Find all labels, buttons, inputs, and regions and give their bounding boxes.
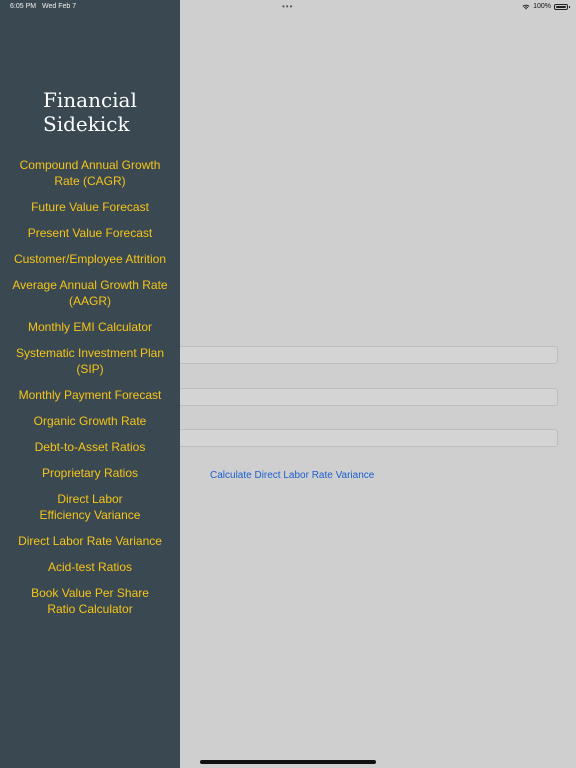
sidebar-item-present-value[interactable]: Present Value Forecast: [0, 225, 180, 241]
sidebar: Financial Sidekick Compound Annual Growt…: [0, 0, 180, 768]
status-bar: 6:05 PM Wed Feb 7 ••• 100%: [0, 0, 576, 14]
calculate-button[interactable]: Calculate Direct Labor Rate Variance: [210, 470, 374, 481]
sidebar-menu: Compound Annual Growth Rate (CAGR) Futur…: [0, 157, 180, 627]
sidebar-item-monthly-payment[interactable]: Monthly Payment Forecast: [0, 387, 180, 403]
sidebar-item-proprietary[interactable]: Proprietary Ratios: [0, 465, 180, 481]
sidebar-item-labor-rate[interactable]: Direct Labor Rate Variance: [0, 533, 180, 549]
sidebar-item-future-value[interactable]: Future Value Forecast: [0, 199, 180, 215]
input-field-2[interactable]: [160, 388, 558, 406]
sidebar-item-acid-test[interactable]: Acid-test Ratios: [0, 559, 180, 575]
status-right: 100%: [522, 3, 570, 10]
input-field-3[interactable]: [160, 429, 558, 447]
sidebar-item-organic-growth[interactable]: Organic Growth Rate: [0, 413, 180, 429]
sidebar-item-attrition[interactable]: Customer/Employee Attrition: [0, 251, 180, 267]
battery-percent: 100%: [533, 3, 551, 10]
app-title: Financial Sidekick: [43, 88, 137, 136]
input-field-1[interactable]: [160, 346, 558, 364]
sidebar-item-sip[interactable]: Systematic Investment Plan (SIP): [0, 345, 180, 377]
battery-fill: [556, 5, 566, 8]
status-time: 6:05 PM: [10, 3, 37, 10]
sidebar-item-aagr[interactable]: Average Annual Growth Rate (AAGR): [0, 277, 180, 309]
sidebar-item-book-value[interactable]: Book Value Per Share Ratio Calculator: [0, 585, 180, 617]
wifi-icon: [522, 4, 530, 9]
sidebar-item-labor-efficiency[interactable]: Direct Labor Efficiency Variance: [0, 491, 180, 523]
battery-icon: [554, 3, 570, 10]
multitasking-dots-icon[interactable]: •••: [282, 2, 293, 11]
home-indicator[interactable]: [200, 760, 376, 764]
status-date: Wed Feb 7: [42, 3, 77, 10]
sidebar-item-emi[interactable]: Monthly EMI Calculator: [0, 319, 180, 335]
sidebar-item-cagr[interactable]: Compound Annual Growth Rate (CAGR): [0, 157, 180, 189]
sidebar-item-debt-to-asset[interactable]: Debt-to-Asset Ratios: [0, 439, 180, 455]
